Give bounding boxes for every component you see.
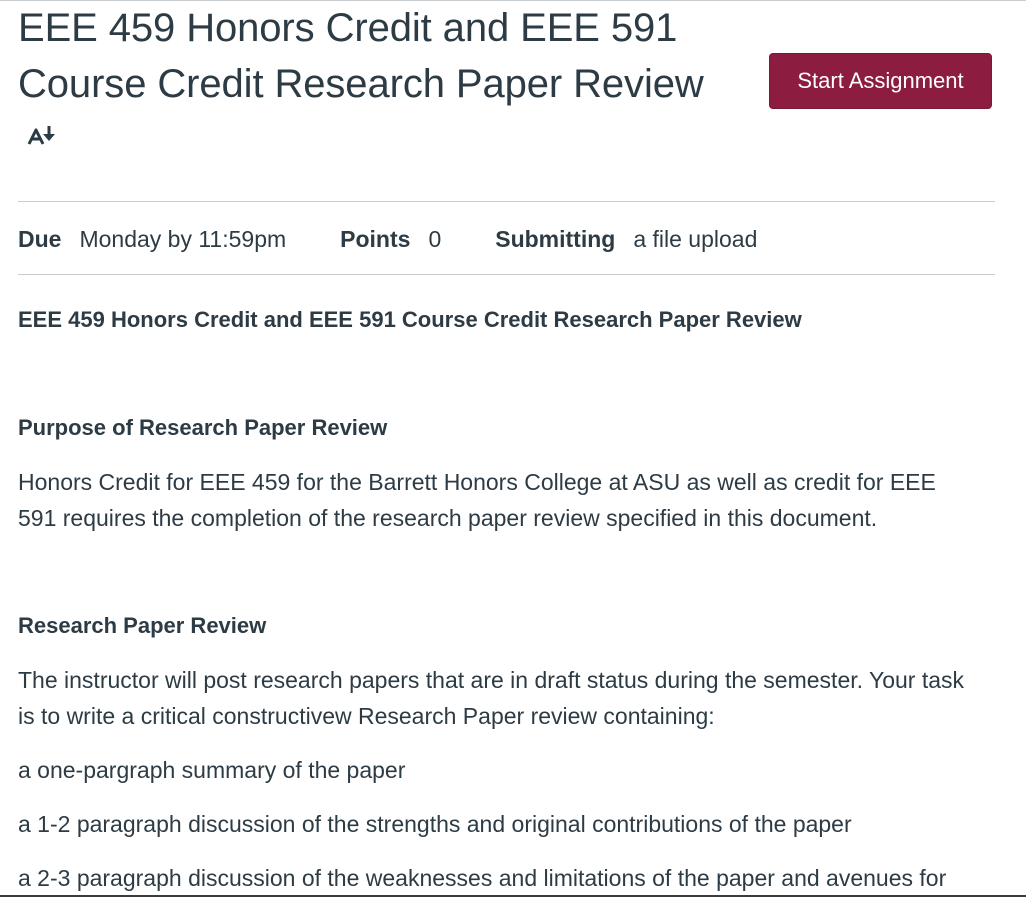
submitting-label: Submitting — [495, 225, 616, 252]
review-heading: Research Paper Review — [18, 613, 267, 638]
due-label: Due — [18, 225, 62, 252]
start-assignment-button[interactable]: Start Assignment — [769, 53, 992, 109]
purpose-heading: Purpose of Research Paper Review — [18, 415, 388, 440]
list-item: a 1-2 paragraph discussion of the streng… — [18, 811, 852, 837]
points-label: Points — [340, 225, 411, 252]
list-item: a 2-3 paragraph discussion of the weakne… — [18, 865, 947, 891]
divider — [18, 274, 995, 275]
points-value: 0 — [428, 225, 442, 252]
divider — [18, 201, 995, 202]
immersive-reader-icon[interactable] — [26, 124, 62, 148]
due-detail: Due Monday by 11:59pm — [18, 226, 286, 253]
description-heading: EEE 459 Honors Credit and EEE 591 Course… — [18, 307, 802, 332]
purpose-paragraph: Honors Credit for EEE 459 for the Barret… — [18, 469, 936, 531]
assignment-page: EEE 459 Honors Credit and EEE 591 Course… — [18, 0, 995, 891]
assignment-details: Due Monday by 11:59pm Points 0 Submittin… — [18, 224, 811, 254]
submitting-value: a file upload — [633, 225, 758, 252]
submitting-detail: Submitting a file upload — [495, 226, 757, 253]
title-row: EEE 459 Honors Credit and EEE 591 Course… — [18, 0, 995, 200]
review-paragraph: The instructor will post research papers… — [18, 667, 965, 729]
points-detail: Points 0 — [340, 226, 441, 253]
due-value: Monday by 11:59pm — [79, 225, 287, 252]
list-item: a one-pargraph summary of the paper — [18, 757, 406, 783]
page-title: EEE 459 Honors Credit and EEE 591 Course… — [18, 6, 704, 106]
